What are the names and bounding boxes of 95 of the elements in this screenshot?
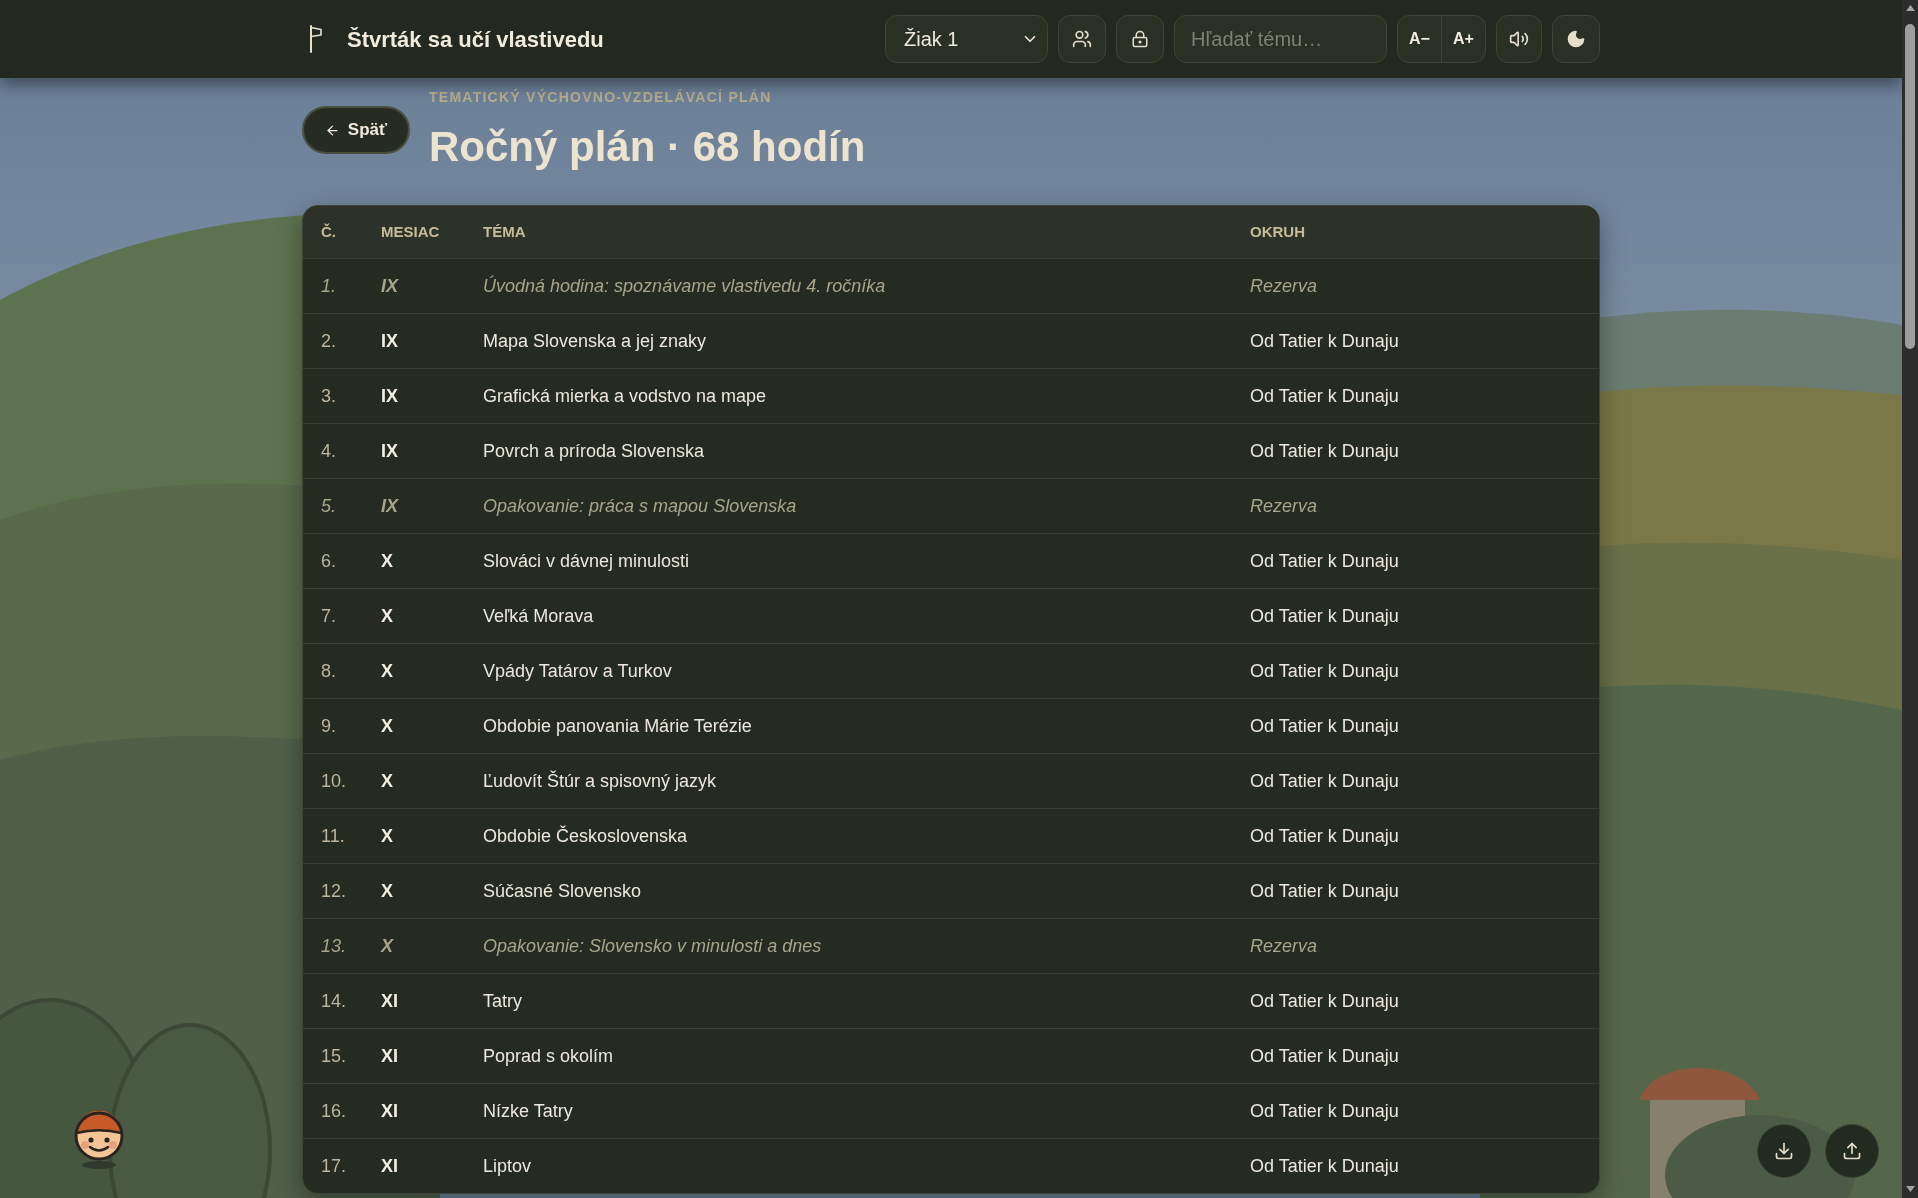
lesson-topic: Slováci v dávnej minulosti bbox=[483, 549, 690, 573]
month-numeral: X bbox=[381, 769, 393, 793]
lesson-number: 8. bbox=[321, 659, 336, 683]
lesson-topic: Nízke Tatry bbox=[483, 1099, 573, 1123]
thematic-area: Od Tatier k Dunaju bbox=[1250, 877, 1399, 905]
lesson-number: 7. bbox=[321, 604, 336, 628]
month-numeral: IX bbox=[381, 439, 398, 463]
lesson-topic: Vpády Tatárov a Turkov bbox=[483, 659, 672, 683]
month-numeral: X bbox=[381, 824, 393, 848]
lesson-topic: Povrch a príroda Slovenska bbox=[483, 439, 705, 463]
thematic-area: Od Tatier k Dunaju bbox=[1250, 602, 1399, 630]
lesson-number: 6. bbox=[321, 549, 336, 573]
month-numeral: IX bbox=[381, 384, 398, 408]
thematic-area: Rezerva bbox=[1250, 272, 1318, 300]
thematic-area: Od Tatier k Dunaju bbox=[1250, 327, 1399, 355]
dark-mode-button[interactable] bbox=[1552, 15, 1600, 63]
sound-button[interactable] bbox=[1496, 15, 1542, 63]
month-numeral: XI bbox=[381, 989, 398, 1013]
lock-button[interactable] bbox=[1116, 15, 1164, 63]
lesson-topic: Mapa Slovenska a jej znaky bbox=[483, 329, 707, 353]
lesson-topic: Obdobie panovania Márie Terézie bbox=[483, 714, 752, 738]
thematic-area: Od Tatier k Dunaju bbox=[1250, 822, 1399, 850]
decrease-font-button[interactable]: A− bbox=[1398, 16, 1441, 62]
month-numeral: X bbox=[381, 604, 393, 628]
thematic-area: Od Tatier k Dunaju bbox=[1250, 437, 1399, 465]
month-numeral: XI bbox=[381, 1154, 398, 1178]
scroll-down-arrow-icon[interactable] bbox=[1905, 1186, 1915, 1192]
month-numeral: IX bbox=[381, 274, 398, 298]
month-numeral: XI bbox=[381, 1044, 398, 1068]
lock-icon bbox=[1131, 30, 1149, 48]
thematic-area: Od Tatier k Dunaju bbox=[1250, 657, 1399, 685]
thematic-area: Od Tatier k Dunaju bbox=[1250, 1042, 1399, 1070]
lesson-topic: Opakovanie: práca s mapou Slovenska bbox=[483, 494, 797, 518]
increase-font-button[interactable]: A+ bbox=[1441, 16, 1485, 62]
lesson-topic: Ľudovít Štúr a spisovný jazyk bbox=[483, 769, 717, 793]
thematic-area: Od Tatier k Dunaju bbox=[1250, 712, 1399, 740]
column-header: MESIAC bbox=[381, 221, 440, 242]
users-icon bbox=[1072, 29, 1092, 49]
month-numeral: X bbox=[381, 934, 393, 958]
flag-icon bbox=[309, 25, 323, 53]
thematic-area: Rezerva bbox=[1250, 932, 1318, 960]
lesson-topic: Úvodná hodina: spoznávame vlastivedu 4. ročníka bbox=[483, 274, 886, 298]
lesson-number: 11. bbox=[321, 824, 345, 848]
back-button[interactable]: Späť bbox=[302, 106, 410, 154]
lesson-number: 10. bbox=[321, 769, 347, 793]
lesson-number: 9. bbox=[321, 714, 336, 738]
download-icon bbox=[1774, 1141, 1794, 1161]
month-numeral: X bbox=[381, 879, 393, 903]
month-numeral: XI bbox=[381, 1099, 398, 1123]
student-select[interactable]: Žiak 1 bbox=[885, 15, 1048, 63]
thematic-area: Od Tatier k Dunaju bbox=[1250, 382, 1399, 410]
lesson-number: 2. bbox=[321, 329, 336, 353]
scroll-up-arrow-icon[interactable] bbox=[1905, 5, 1915, 11]
page-title: Ročný plán · 68 hodín bbox=[429, 122, 866, 172]
lesson-number: 5. bbox=[321, 494, 336, 518]
lesson-number: 14. bbox=[321, 989, 347, 1013]
thematic-area: Od Tatier k Dunaju bbox=[1250, 547, 1399, 575]
month-numeral: X bbox=[381, 714, 393, 738]
lesson-topic: Grafická mierka a vodstvo na mape bbox=[483, 384, 767, 408]
moon-icon bbox=[1566, 29, 1586, 49]
mascot-face-icon[interactable] bbox=[74, 1111, 124, 1169]
thematic-area: Od Tatier k Dunaju bbox=[1250, 987, 1399, 1015]
lesson-topic: Tatry bbox=[483, 989, 522, 1013]
month-numeral: IX bbox=[381, 329, 398, 353]
thematic-area: Od Tatier k Dunaju bbox=[1250, 1152, 1399, 1180]
lesson-topic: Opakovanie: Slovensko v minulosti a dnes bbox=[483, 934, 822, 958]
speaker-icon bbox=[1509, 29, 1529, 49]
students-button[interactable] bbox=[1058, 15, 1106, 63]
lesson-number: 1. bbox=[321, 274, 336, 298]
thematic-area: Od Tatier k Dunaju bbox=[1250, 767, 1399, 795]
plan-subtitle: TEMATICKÝ VÝCHOVNO-VZDELÁVACÍ PLÁN bbox=[429, 88, 772, 106]
thematic-area: Od Tatier k Dunaju bbox=[1250, 1097, 1399, 1125]
lesson-number: 12. bbox=[321, 879, 347, 903]
lesson-number: 4. bbox=[321, 439, 336, 463]
app-title: Štvrták sa učí vlastivedu bbox=[347, 25, 604, 54]
month-numeral: X bbox=[381, 549, 393, 573]
lesson-topic: Liptov bbox=[483, 1154, 532, 1178]
lesson-topic: Obdobie Československa bbox=[483, 824, 688, 848]
lesson-number: 3. bbox=[321, 384, 336, 408]
month-numeral: X bbox=[381, 659, 393, 683]
lesson-topic: Súčasné Slovensko bbox=[483, 879, 642, 903]
thematic-area: Rezerva bbox=[1250, 492, 1318, 520]
lesson-topic: Veľká Morava bbox=[483, 604, 594, 628]
column-header: TÉMA bbox=[483, 221, 526, 242]
lesson-number: 16. bbox=[321, 1099, 347, 1123]
lesson-number: 13. bbox=[321, 934, 347, 958]
column-header: Č. bbox=[321, 221, 336, 242]
lesson-number: 17. bbox=[321, 1154, 347, 1178]
search-field[interactable]: Hľadať tému… bbox=[1174, 15, 1387, 63]
lesson-topic: Poprad s okolím bbox=[483, 1044, 614, 1068]
scrollbar-thumb[interactable] bbox=[1905, 24, 1915, 349]
upload-icon bbox=[1842, 1141, 1862, 1161]
lesson-number: 15. bbox=[321, 1044, 347, 1068]
column-header: OKRUH bbox=[1250, 221, 1305, 242]
month-numeral: IX bbox=[381, 494, 398, 518]
